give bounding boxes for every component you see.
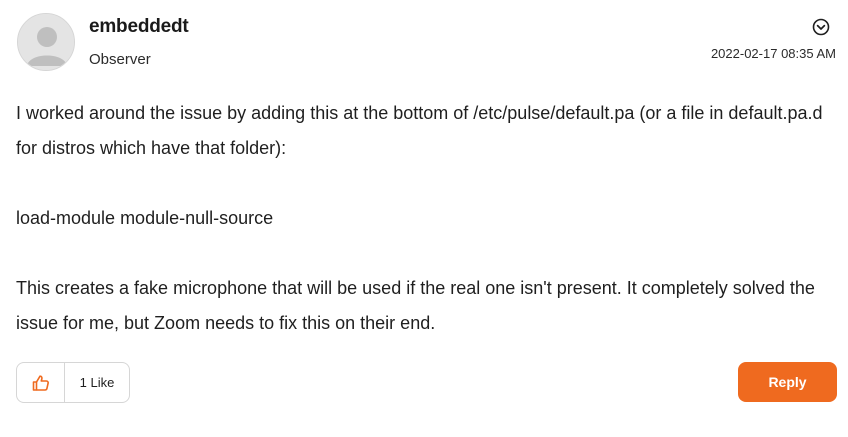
reply-button[interactable]: Reply	[738, 362, 837, 402]
thumbs-up-icon	[32, 374, 49, 391]
default-user-avatar-icon	[18, 14, 74, 70]
post-body: I worked around the issue by adding this…	[16, 96, 831, 341]
like-count[interactable]: 1 Like	[65, 363, 129, 402]
post-paragraph: This creates a fake microphone that will…	[16, 278, 815, 333]
post-timestamp: 2022-02-17 08:35 AM	[710, 46, 836, 61]
avatar[interactable]	[17, 13, 75, 71]
post-paragraph: I worked around the issue by adding this…	[16, 103, 823, 158]
like-group: 1 Like	[16, 362, 130, 403]
author-role: Observer	[89, 51, 151, 68]
kudo-button[interactable]	[17, 363, 65, 402]
post-options-button[interactable]	[812, 18, 830, 36]
author-name[interactable]: embeddedt	[89, 16, 189, 38]
chevron-down-circle-icon	[812, 18, 830, 36]
post-paragraph-code: load-module module-null-source	[16, 208, 274, 228]
